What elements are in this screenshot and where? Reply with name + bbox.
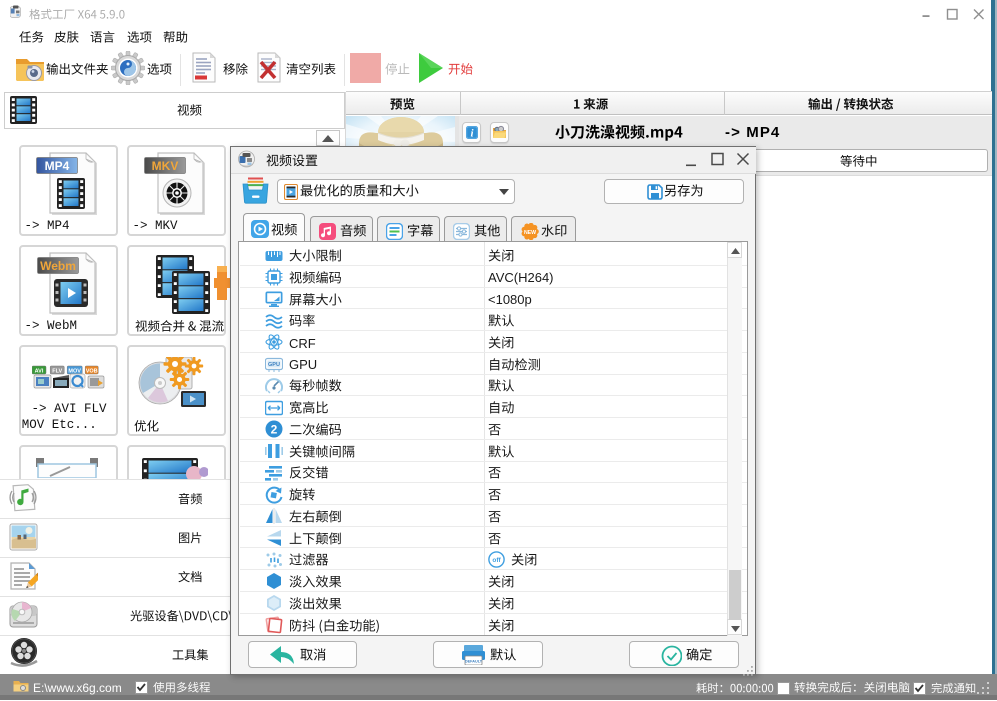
svg-text:VOB: VOB xyxy=(86,368,98,374)
svg-text:MKV: MKV xyxy=(152,159,179,173)
svg-text:DEFAULT: DEFAULT xyxy=(465,660,483,664)
svg-text:MOV: MOV xyxy=(68,368,81,374)
svg-text:FLV: FLV xyxy=(52,368,62,374)
svg-text:NEW: NEW xyxy=(524,230,536,236)
svg-text:GPU: GPU xyxy=(268,362,280,368)
svg-text:off: off xyxy=(492,557,501,564)
svg-text:2: 2 xyxy=(271,423,278,437)
svg-text:MP4: MP4 xyxy=(45,159,70,173)
svg-text:Webm: Webm xyxy=(40,259,76,273)
svg-text:AVI: AVI xyxy=(34,368,43,374)
